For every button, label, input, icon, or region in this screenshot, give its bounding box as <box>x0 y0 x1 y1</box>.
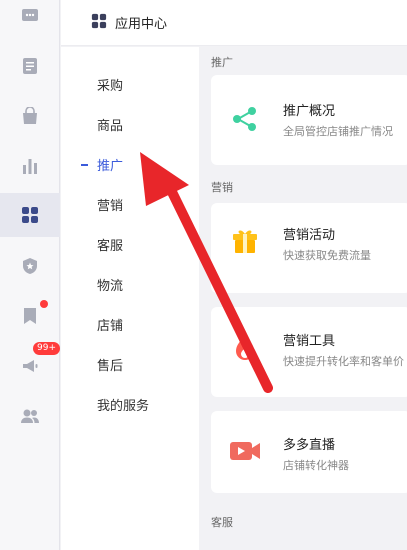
nav-item-logistics[interactable]: 物流 <box>97 275 123 294</box>
section-label-marketing: 营销 <box>211 181 233 194</box>
chat-icon[interactable] <box>0 0 60 38</box>
shield-star-icon[interactable] <box>0 244 60 288</box>
card-title: 营销工具 <box>283 334 336 349</box>
nav-item-store[interactable]: 店铺 <box>97 315 123 334</box>
notification-count-badge: 99+ <box>33 342 60 355</box>
document-icon[interactable] <box>0 44 60 88</box>
users-icon[interactable] <box>0 394 60 438</box>
active-indicator <box>81 164 88 166</box>
card-description: 快速提升转化率和客单价 <box>283 355 404 368</box>
nav-item-customer-service[interactable]: 客服 <box>97 235 123 254</box>
video-camera-icon <box>229 435 261 467</box>
app-card-promotion-overview[interactable]: 推广概况 全局管控店铺推广情况 <box>211 75 407 165</box>
main-content: 推广 推广概况 全局管控店铺推广情况 营销 营销活动 快速获取免费流量 营销工具… <box>199 47 407 550</box>
left-rail: 99+ <box>0 0 60 550</box>
card-description: 快速获取免费流量 <box>283 249 371 262</box>
card-description: 全局管控店铺推广情况 <box>283 125 393 138</box>
gift-box-icon <box>229 225 261 257</box>
card-description: 店铺转化神器 <box>283 459 349 472</box>
nav-item-promotion[interactable]: 推广 <box>97 155 123 174</box>
app-card-live-streaming[interactable]: 多多直播 店铺转化神器 <box>211 411 407 493</box>
page-title: 应用中心 <box>115 17 168 32</box>
nav-item-after-sales[interactable]: 售后 <box>97 355 123 374</box>
section-label-customer-service: 客服 <box>211 516 233 529</box>
card-title: 推广概况 <box>283 104 336 119</box>
apps-grid-icon <box>91 13 107 33</box>
apps-grid-icon[interactable] <box>0 193 60 237</box>
top-bar: 应用中心 <box>61 0 407 46</box>
card-title: 多多直播 <box>283 438 336 453</box>
nav-item-procurement[interactable]: 采购 <box>97 75 123 94</box>
share-nodes-icon <box>229 103 261 135</box>
app-card-marketing-tools[interactable]: 营销工具 快速提升转化率和客单价 <box>211 307 407 397</box>
flame-icon <box>229 331 261 363</box>
notification-dot <box>40 300 48 308</box>
category-nav: 采购 商品 推广 营销 客服 物流 店铺 售后 我的服务 <box>61 47 199 550</box>
shopping-bag-icon[interactable] <box>0 94 60 138</box>
nav-item-marketing[interactable]: 营销 <box>97 195 123 214</box>
card-title: 营销活动 <box>283 228 336 243</box>
nav-item-my-services[interactable]: 我的服务 <box>97 395 149 414</box>
bar-chart-icon[interactable] <box>0 144 60 188</box>
bookmark-icon[interactable] <box>0 294 60 338</box>
megaphone-icon[interactable]: 99+ <box>0 342 60 388</box>
nav-item-goods[interactable]: 商品 <box>97 115 123 134</box>
app-card-marketing-activities[interactable]: 营销活动 快速获取免费流量 <box>211 203 407 293</box>
section-label-promotion: 推广 <box>211 56 233 69</box>
